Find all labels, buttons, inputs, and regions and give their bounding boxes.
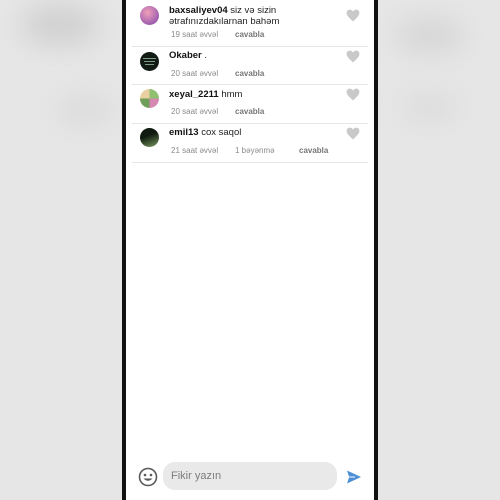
comment-time: 21 saat əvvəl	[171, 146, 219, 155]
avatar[interactable]	[140, 89, 159, 108]
comment-time: 20 saat əvvəl	[171, 107, 219, 116]
like-count[interactable]: 1 bəyənmə	[235, 146, 299, 155]
comment-meta: 19 saat əvvəl cavabla	[171, 30, 264, 39]
comment-time: 20 saat əvvəl	[171, 69, 219, 78]
background-blur	[55, 95, 115, 125]
avatar[interactable]	[140, 52, 159, 71]
comment-item: emil13 cox saqol 21 saat əvvəl 1 bəyənmə…	[132, 124, 368, 163]
comment-body: .	[204, 50, 208, 61]
comment-text: baxsaliyev04 siz və sizin ətrafınızdakıl…	[169, 5, 339, 27]
comment-username[interactable]: baxsaliyev04	[169, 5, 228, 16]
reply-button[interactable]: cavabla	[235, 69, 264, 78]
avatar[interactable]	[140, 128, 159, 147]
comment-item: xeyal_2211 hmm 20 saat əvvəl cavabla	[132, 85, 368, 124]
comment-text: emil13 cox saqol	[169, 127, 339, 138]
comment-composer	[126, 458, 374, 496]
comment-body: hmm	[221, 89, 243, 100]
emoji-icon[interactable]	[138, 467, 158, 487]
comment-item: baxsaliyev04 siz və sizin ətrafınızdakıl…	[132, 0, 368, 47]
comment-item: Okaber . 20 saat əvvəl cavabla	[132, 47, 368, 85]
heart-icon[interactable]	[346, 50, 360, 63]
comment-username[interactable]: emil13	[169, 127, 199, 138]
reply-button[interactable]: cavabla	[299, 146, 328, 155]
phone-frame-right	[374, 0, 378, 500]
reply-button[interactable]: cavabla	[235, 107, 264, 116]
background-blur	[395, 18, 465, 53]
comment-username[interactable]: Okaber	[169, 50, 202, 61]
comment-text: xeyal_2211 hmm	[169, 89, 339, 100]
comment-meta: 21 saat əvvəl 1 bəyənmə cavabla	[171, 146, 328, 155]
avatar-image	[143, 58, 156, 65]
comment-text: Okaber .	[169, 50, 339, 61]
background-blur	[400, 92, 460, 122]
comment-meta: 20 saat əvvəl cavabla	[171, 69, 264, 78]
heart-icon[interactable]	[346, 9, 360, 22]
comments-sheet: baxsaliyev04 siz və sizin ətrafınızdakıl…	[126, 0, 374, 500]
comment-body: cox saqol	[201, 127, 242, 138]
background-blur	[20, 5, 100, 45]
heart-icon[interactable]	[346, 88, 360, 101]
comment-username[interactable]: xeyal_2211	[169, 89, 219, 100]
avatar[interactable]	[140, 6, 159, 25]
comment-input[interactable]	[163, 462, 337, 490]
reply-button[interactable]: cavabla	[235, 30, 264, 39]
comment-meta: 20 saat əvvəl cavabla	[171, 107, 264, 116]
send-icon[interactable]	[346, 469, 362, 485]
heart-icon[interactable]	[346, 127, 360, 140]
comment-time: 19 saat əvvəl	[171, 30, 219, 39]
